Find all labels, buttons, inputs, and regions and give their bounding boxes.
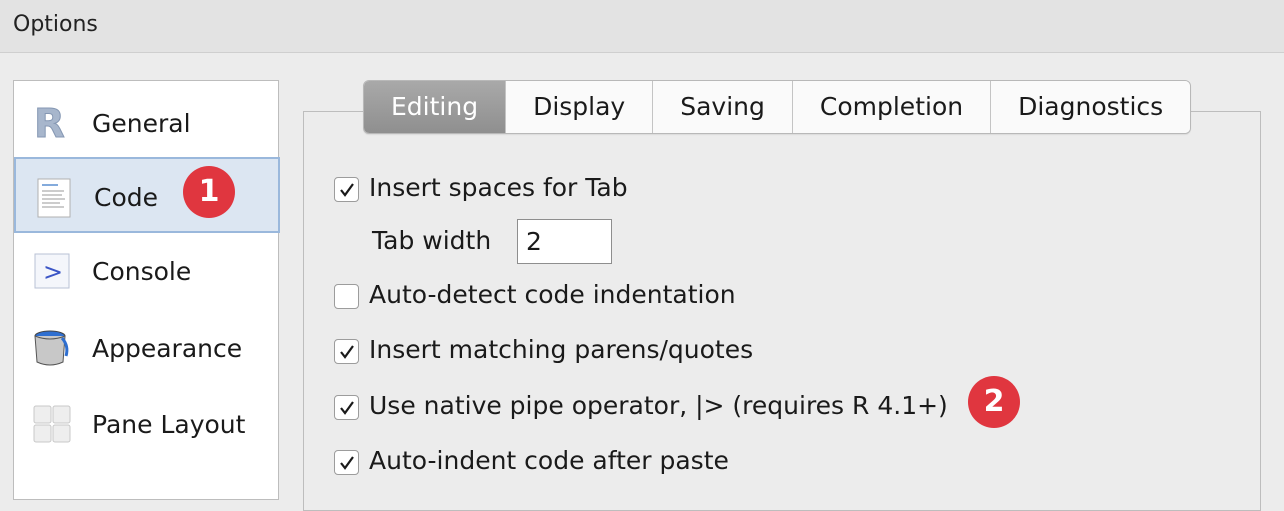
pane-grid-icon [32,404,72,444]
sidebar-item-general[interactable]: R General [14,85,278,161]
tab-width-input[interactable] [517,219,612,264]
insert-spaces-checkbox[interactable] [334,177,359,202]
tab-width-label: Tab width [372,226,492,255]
sidebar-item-label: General [92,109,191,138]
tab-display[interactable]: Display [506,81,654,133]
checkmark-icon [340,401,354,415]
tab-editing[interactable]: Editing [364,81,507,133]
svg-text:>: > [43,258,63,286]
option-label: Use native pipe operator, |> (requires R… [369,391,948,420]
tab-diagnostics[interactable]: Diagnostics [991,81,1191,133]
auto-detect-checkbox[interactable] [334,284,359,309]
option-label: Insert matching parens/quotes [369,335,754,364]
sidebar-item-label: Code [94,183,159,212]
window-title: Options [13,12,98,37]
svg-text:R: R [34,103,65,143]
option-label: Insert spaces for Tab [369,173,628,202]
checkmark-icon [340,183,354,197]
checkmark-icon [340,345,354,359]
code-document-icon [34,177,74,218]
sidebar-item-label: Pane Layout [92,410,246,439]
sidebar-item-label: Appearance [92,334,243,363]
sidebar-item-label: Console [92,257,192,286]
console-prompt-icon: > [32,251,72,291]
options-sidebar: R General Code > Console Appearance Pane… [13,80,280,500]
tab-bar: Editing Display Saving Completion Diagno… [363,80,1192,134]
sidebar-item-pane-layout[interactable]: Pane Layout [14,386,278,462]
tab-saving[interactable]: Saving [653,81,793,133]
checkmark-icon [340,456,354,470]
tab-completion[interactable]: Completion [792,81,992,133]
title-bar: Options [0,0,1284,53]
native-pipe-checkbox[interactable] [334,395,359,420]
sidebar-item-code[interactable]: Code [14,157,280,233]
sidebar-item-console[interactable]: > Console [14,233,278,309]
annotation-badge-1: 1 [183,166,235,218]
annotation-badge-2: 2 [968,376,1020,428]
paint-bucket-icon [32,328,72,368]
r-logo-icon: R [32,101,72,148]
option-label: Auto-detect code indentation [369,280,736,309]
option-label: Auto-indent code after paste [369,446,729,475]
sidebar-item-appearance[interactable]: Appearance [14,310,278,386]
auto-indent-checkbox[interactable] [334,450,359,475]
matching-parens-checkbox[interactable] [334,339,359,364]
